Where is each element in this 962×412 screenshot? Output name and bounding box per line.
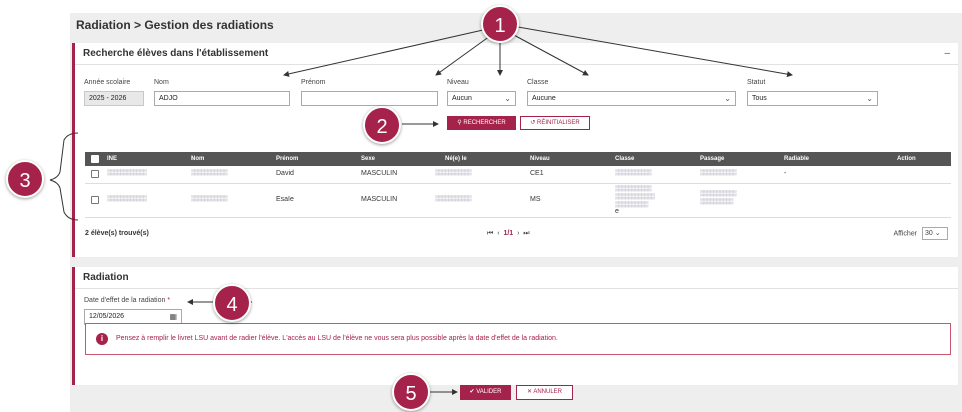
afficher-label: Afficher <box>893 230 918 238</box>
pagination: ⏮ ‹ 1/1 › ⏭ <box>487 230 530 238</box>
cancel-button-label: ANNULER <box>533 389 563 395</box>
cancel-button[interactable]: ✕ ANNULER <box>516 385 573 400</box>
niveau-select[interactable]: Aucun ⌄ <box>447 91 516 106</box>
niveau-label: Niveau <box>447 79 469 86</box>
alert-text: Pensez à remplir le livret LSU avant de … <box>116 335 558 342</box>
cell-sexe: MASCULIN <box>361 196 398 203</box>
date-value: 12/05/2026 <box>89 313 125 320</box>
cell-niveau: MS <box>530 196 541 203</box>
last-page-icon[interactable]: ⏭ <box>523 230 529 237</box>
search-panel: Recherche élèves dans l'établissement – … <box>72 43 958 257</box>
annotation-badge-2: 2 <box>363 106 401 144</box>
table-row[interactable]: ▒▒▒▒▒▒▒▒▒▒▒▒ ▒▒▒▒▒▒▒▒▒▒▒ Esaïe MASCULIN … <box>85 184 951 218</box>
cell-prenom: David <box>276 170 294 177</box>
prenom-label: Prénom <box>301 79 326 86</box>
info-icon: i <box>96 333 108 345</box>
next-page-icon[interactable]: › <box>517 230 519 237</box>
radiation-panel-header: Radiation <box>75 267 958 289</box>
annee-field: 2025 - 2026 <box>84 91 144 106</box>
statut-value: Tous <box>752 95 767 102</box>
radiation-panel-title: Radiation <box>83 272 129 283</box>
passage-redacted: ▒▒▒▒▒▒▒▒▒▒▒ ▒▒▒▒▒▒▒▒▒▒ <box>700 191 737 205</box>
classe-value: Aucune <box>532 95 556 102</box>
cell-prenom: Esaïe <box>276 196 294 203</box>
radiation-panel: Radiation Date d'effet de la radiation *… <box>72 267 958 385</box>
chevron-down-icon: ⌄ <box>504 94 511 103</box>
col-classe[interactable]: Classe <box>615 152 634 166</box>
annotation-badge-4: 4 <box>213 284 251 322</box>
nom-redacted: ▒▒▒▒▒▒▒▒▒▒▒ <box>191 170 228 176</box>
birthdate-redacted: ▒▒▒▒▒▒▒▒▒▒▒ <box>435 170 472 176</box>
chevron-down-icon: ⌄ <box>866 94 873 103</box>
classe-redacted: ▒▒▒▒▒▒▒▒▒▒▒ <box>615 170 652 176</box>
page-size: Afficher 30 ⌄ <box>893 227 948 240</box>
results-table-header: INE Nom ↑ Prénom Sexe Né(e) le Niveau Cl… <box>85 152 951 166</box>
niveau-value: Aucun <box>452 95 472 102</box>
annotation-badge-5: 5 <box>392 373 430 411</box>
annotation-badge-1: 1 <box>481 5 519 43</box>
required-mark: * <box>167 297 171 304</box>
date-label-text: Date d'effet de la radiation <box>84 297 166 304</box>
cell-niveau: CE1 <box>530 170 544 177</box>
validate-button[interactable]: ✔ VALIDER <box>460 385 511 400</box>
reset-button[interactable]: ↺ RÉINITIALISER <box>520 116 590 130</box>
current-page: 1/1 <box>503 230 514 237</box>
col-ine[interactable]: INE <box>107 152 117 166</box>
col-radiable[interactable]: Radiable <box>784 152 809 166</box>
first-page-icon[interactable]: ⏮ <box>487 230 493 237</box>
col-niveau[interactable]: Niveau <box>530 152 550 166</box>
page-size-select[interactable]: 30 ⌄ <box>922 227 948 240</box>
cell-classe-suffix: e <box>615 208 619 215</box>
search-panel-header: Recherche élèves dans l'établissement – <box>75 43 958 65</box>
app-window: Radiation > Gestion des radiations Reche… <box>70 13 962 412</box>
table-row[interactable]: ▒▒▒▒▒▒▒▒▒▒▒▒ ▒▒▒▒▒▒▒▒▒▒▒ David MASCULIN … <box>85 166 951 184</box>
chevron-down-icon: ⌄ <box>934 230 941 237</box>
validate-button-label: VALIDER <box>476 389 502 395</box>
prev-page-icon[interactable]: ‹ <box>497 230 499 237</box>
col-passage[interactable]: Passage <box>700 152 724 166</box>
minus-icon[interactable]: – <box>944 43 950 65</box>
ine-redacted: ▒▒▒▒▒▒▒▒▒▒▒▒ <box>107 196 147 202</box>
sort-icon: ↑ <box>191 156 194 162</box>
screenshot-stage: Radiation > Gestion des radiations Reche… <box>0 0 962 412</box>
statut-select[interactable]: Tous ⌄ <box>747 91 878 106</box>
nom-redacted: ▒▒▒▒▒▒▒▒▒▒▒ <box>191 196 228 202</box>
col-ne-le[interactable]: Né(e) le <box>445 152 467 166</box>
birthdate-redacted: ▒▒▒▒▒▒▒▒▒▒▒ <box>435 196 472 202</box>
col-prenom[interactable]: Prénom <box>276 152 298 166</box>
annee-label: Année scolaire <box>84 79 131 86</box>
page-title: Radiation > Gestion des radiations <box>76 18 274 32</box>
classe-redacted: ▒▒▒▒▒▒▒▒▒▒▒ ▒▒▒▒▒▒▒▒▒▒▒▒ ▒▒▒▒▒▒▒▒▒▒ <box>615 186 655 208</box>
select-all-checkbox[interactable] <box>91 155 99 163</box>
classe-label: Classe <box>527 79 549 86</box>
chevron-down-icon: ⌄ <box>724 94 731 103</box>
nom-input[interactable]: ADJO <box>154 91 290 106</box>
col-action: Action <box>897 156 916 162</box>
reset-button-label: RÉINITIALISER <box>537 120 580 126</box>
cell-sexe: MASCULIN <box>361 170 398 177</box>
search-button[interactable]: ⚲ RECHERCHER <box>447 116 516 130</box>
ine-redacted: ▒▒▒▒▒▒▒▒▒▒▒▒ <box>107 170 147 176</box>
statut-label: Statut <box>747 79 766 86</box>
row-checkbox[interactable] <box>91 196 99 204</box>
page-size-value: 30 <box>925 230 933 237</box>
cell-radiable: - <box>784 170 787 177</box>
passage-redacted: ▒▒▒▒▒▒▒▒▒▒▒ <box>700 170 737 176</box>
search-button-label: RECHERCHER <box>463 120 506 126</box>
lsu-alert: i Pensez à remplir le livret LSU avant d… <box>85 323 951 355</box>
results-count: 2 élève(s) trouvé(s) <box>85 230 149 237</box>
search-panel-title: Recherche élèves dans l'établissement <box>83 48 269 59</box>
calendar-icon[interactable]: ▦ <box>169 310 177 323</box>
row-checkbox[interactable] <box>91 170 99 178</box>
annotation-badge-3: 3 <box>6 160 44 198</box>
prenom-input[interactable] <box>301 91 438 106</box>
col-sexe[interactable]: Sexe <box>361 152 375 166</box>
classe-select[interactable]: Aucune ⌄ <box>527 91 736 106</box>
reset-icon: ↺ <box>530 120 537 126</box>
date-label: Date d'effet de la radiation * <box>84 297 170 304</box>
nom-label: Nom <box>154 79 169 86</box>
